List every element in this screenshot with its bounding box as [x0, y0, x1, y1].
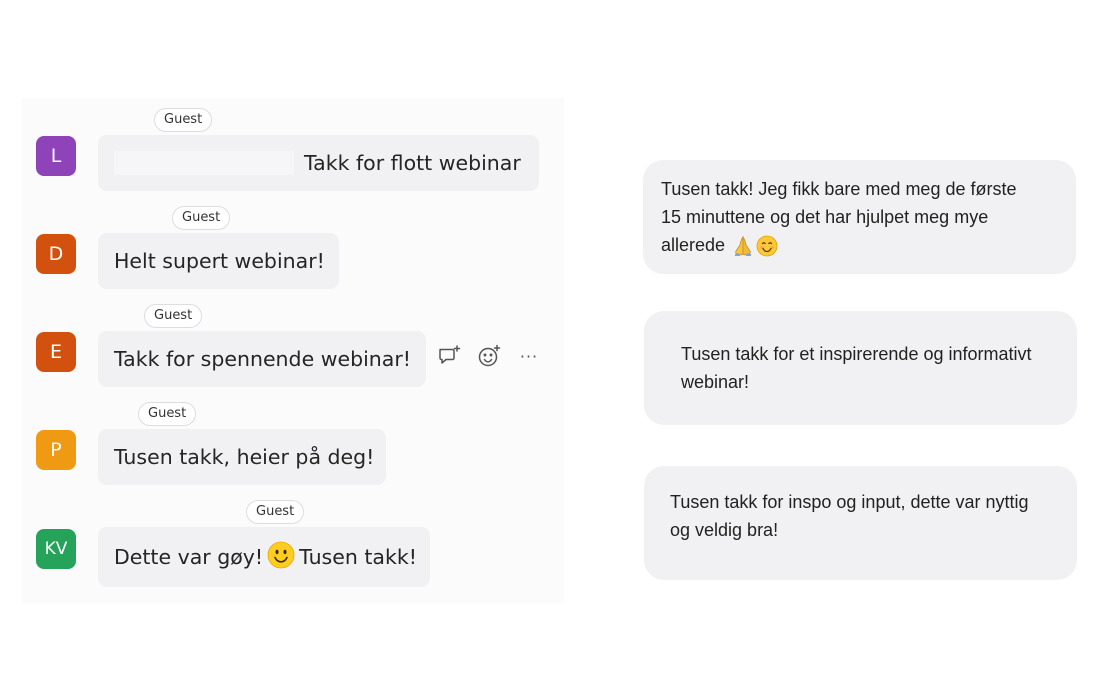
- card-text-line: Tusen takk for et inspirerende og inform…: [681, 344, 1032, 364]
- message-text: Tusen takk!: [299, 545, 417, 569]
- guest-tag: Guest: [246, 500, 305, 524]
- avatar[interactable]: E: [36, 332, 76, 372]
- more-options-icon[interactable]: ···: [516, 343, 542, 369]
- guest-tag: Guest: [144, 304, 203, 328]
- avatar[interactable]: P: [36, 430, 76, 470]
- message-bubble[interactable]: Takk for spennende webinar!: [98, 331, 426, 387]
- message-bubble[interactable]: Takk for flott webinar: [98, 135, 539, 191]
- chat-message: Guest P Tusen takk, heier på deg!: [22, 392, 564, 490]
- avatar[interactable]: L: [36, 136, 76, 176]
- message-bubble[interactable]: Tusen takk, heier på deg!: [98, 429, 386, 485]
- guest-tag: Guest: [172, 206, 231, 230]
- card-text-line: Tusen takk! Jeg fikk bare med meg de før…: [661, 179, 1017, 199]
- card-text-line: og veldig bra!: [670, 520, 779, 540]
- message-text: Dette var gøy!: [114, 545, 264, 569]
- avatar[interactable]: D: [36, 234, 76, 274]
- card-text-line: webinar!: [681, 372, 750, 392]
- testimonial-card: Tusen takk for et inspirerende og inform…: [644, 311, 1077, 425]
- guest-tag: Guest: [138, 402, 197, 426]
- reply-icon[interactable]: [436, 343, 462, 369]
- message-text: Tusen takk, heier på deg!: [114, 445, 375, 469]
- message-bubble[interactable]: Dette var gøy! Tusen takk!: [98, 527, 430, 587]
- chat-message: Guest KV Dette var gøy! Tusen takk!: [22, 490, 564, 603]
- card-text-line: Tusen takk for inspo og input, dette var…: [670, 492, 1029, 512]
- redacted-name: [114, 151, 294, 175]
- testimonial-card: Tusen takk for inspo og input, dette var…: [644, 466, 1077, 580]
- message-text: Takk for flott webinar: [304, 151, 521, 175]
- chat-message: Guest D Helt supert webinar!: [22, 196, 564, 294]
- chat-panel: Guest L Takk for flott webinar Guest D H…: [22, 98, 564, 603]
- card-text-line-emoji: allerede: [661, 231, 1058, 259]
- chat-message: Guest L Takk for flott webinar: [22, 98, 564, 196]
- guest-tag: Guest: [154, 108, 213, 132]
- message-text: Helt supert webinar!: [114, 249, 325, 273]
- smiley-emoji: [267, 541, 295, 574]
- add-reaction-icon[interactable]: [476, 343, 502, 369]
- smiling-face-emoji: [756, 235, 778, 257]
- card-text-line: allerede: [661, 235, 726, 255]
- message-actions: ···: [436, 343, 542, 369]
- testimonial-card: Tusen takk! Jeg fikk bare med meg de før…: [643, 160, 1076, 274]
- folded-hands-emoji: [735, 236, 752, 257]
- card-text-line: 15 minuttene og det har hjulpet meg mye: [661, 207, 989, 227]
- message-bubble[interactable]: Helt supert webinar!: [98, 233, 339, 289]
- message-text: Takk for spennende webinar!: [114, 347, 411, 371]
- avatar[interactable]: KV: [36, 529, 76, 569]
